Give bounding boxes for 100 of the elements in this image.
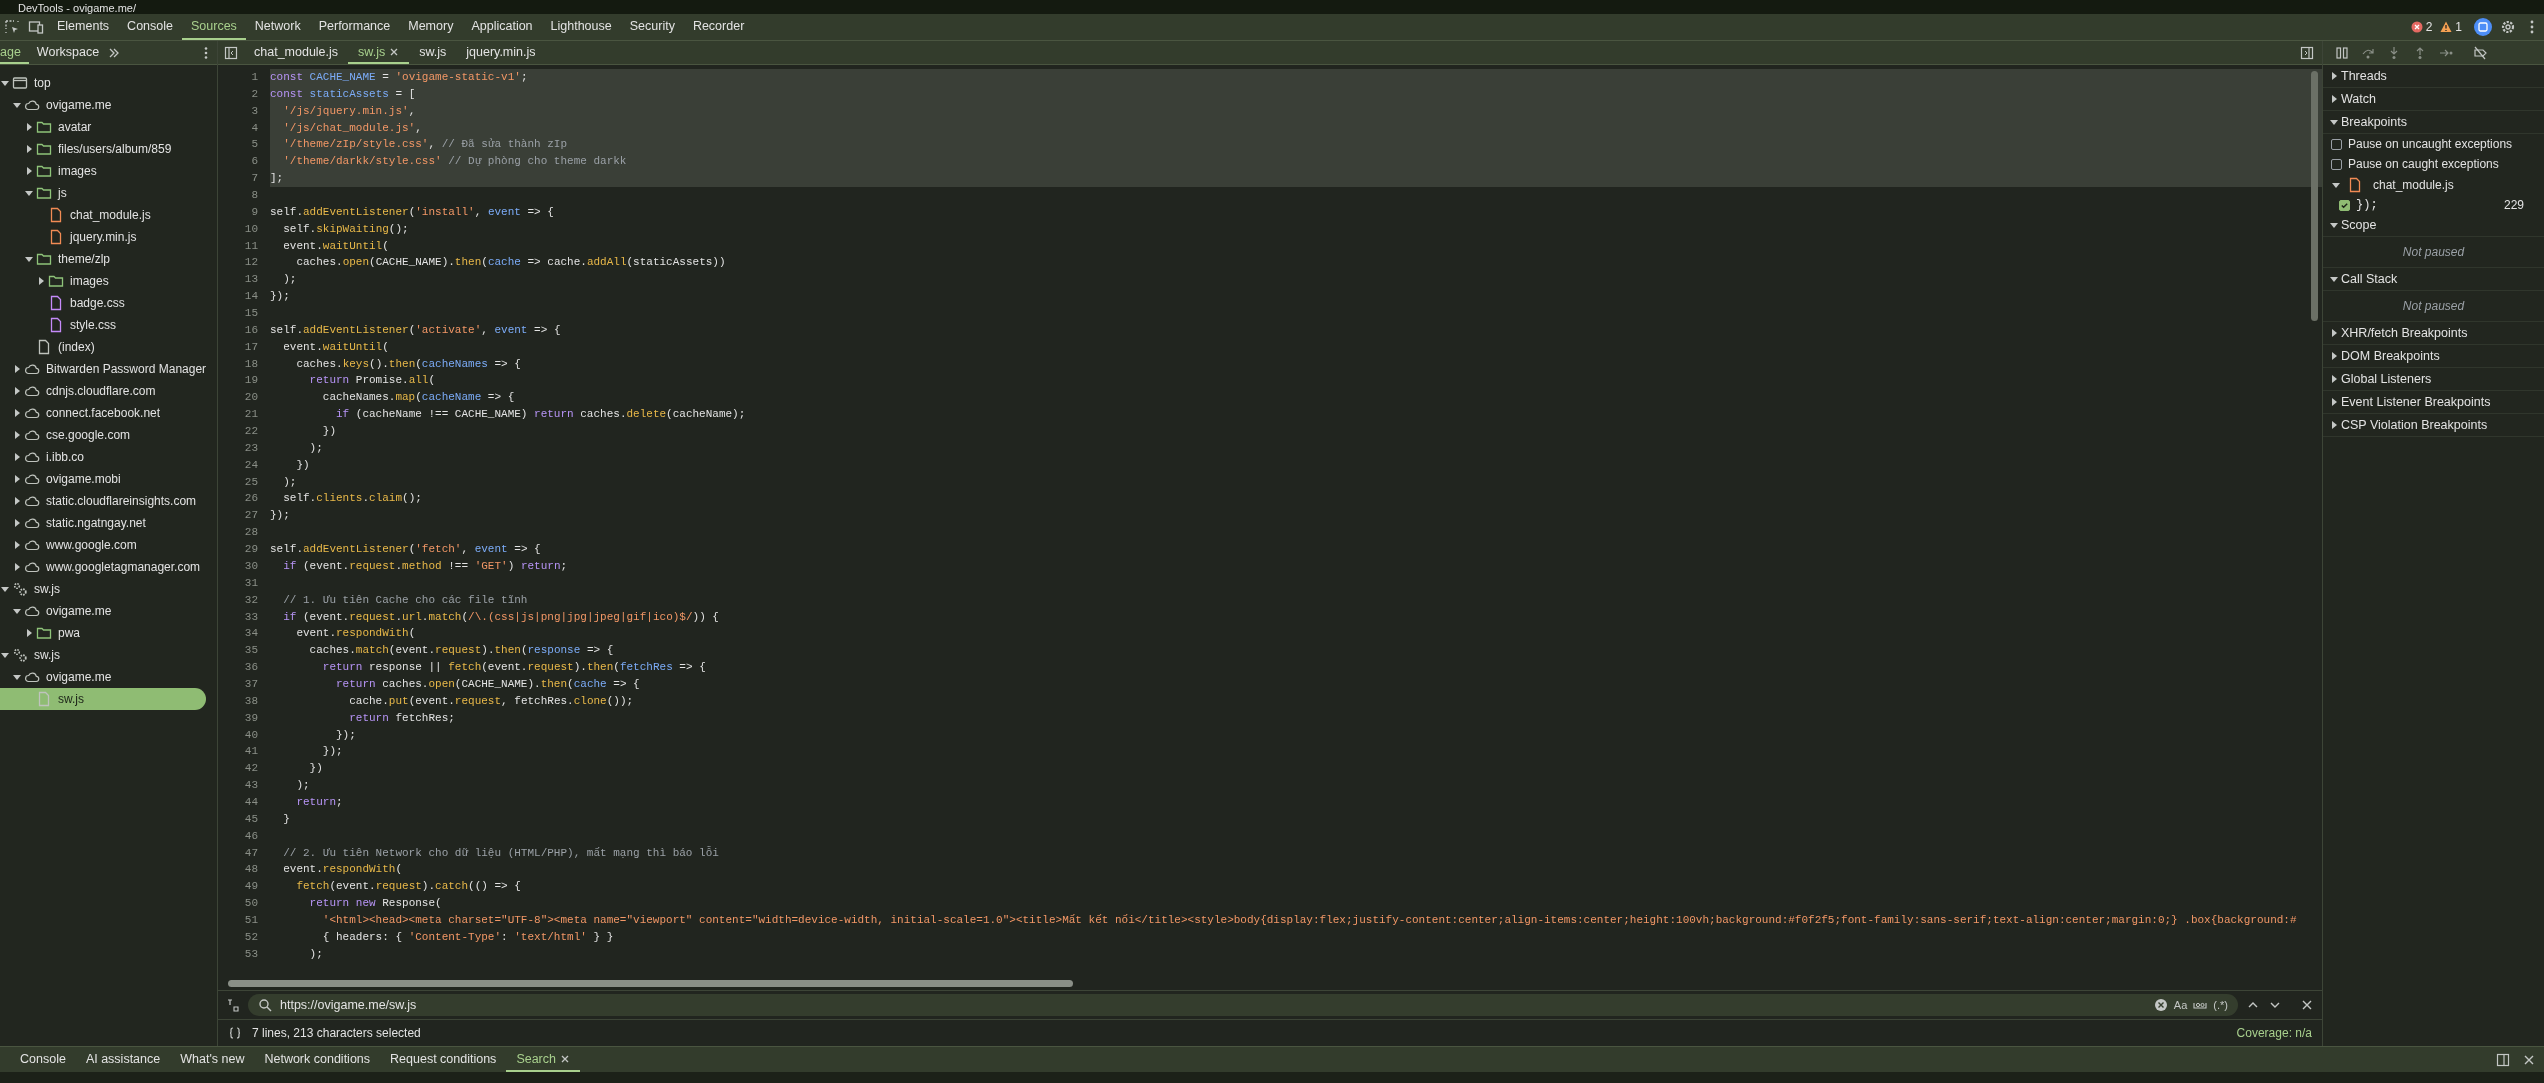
- horizontal-scrollbar[interactable]: [228, 979, 1073, 987]
- caret-icon[interactable]: [12, 430, 22, 440]
- section-header[interactable]: XHR/fetch Breakpoints: [2323, 322, 2544, 345]
- caret-icon[interactable]: [12, 364, 22, 374]
- tree-item[interactable]: files/users/album/859: [0, 138, 206, 160]
- tree-item[interactable]: Bitwarden Password Manager: [0, 358, 207, 380]
- warning-count[interactable]: 1: [2440, 20, 2462, 34]
- sidebar-toggle-icon[interactable]: [224, 45, 238, 60]
- error-count[interactable]: 2: [2410, 20, 2433, 34]
- checkbox[interactable]: [2331, 158, 2342, 170]
- caret-icon[interactable]: [2329, 351, 2339, 361]
- tree-item[interactable]: static.cloudflareinsights.com: [0, 490, 206, 512]
- section-header[interactable]: Breakpoints: [2323, 111, 2544, 134]
- tree-item[interactable]: ovigame.me: [0, 600, 206, 622]
- section-header[interactable]: DOM Breakpoints: [2323, 345, 2544, 368]
- sidebar-tab[interactable]: age: [0, 41, 29, 64]
- tree-item[interactable]: cse.google.com: [0, 424, 206, 446]
- drawer-tab[interactable]: Network conditions: [254, 1047, 381, 1072]
- tree-item[interactable]: theme/zlp: [0, 248, 206, 270]
- dock-icon[interactable]: [2496, 1052, 2510, 1067]
- caret-icon[interactable]: [2329, 374, 2339, 384]
- caret-icon[interactable]: [12, 474, 22, 484]
- caret-icon[interactable]: [2329, 397, 2339, 407]
- panel-tab[interactable]: Memory: [399, 14, 463, 40]
- caret-icon[interactable]: [24, 188, 34, 198]
- panel-tab[interactable]: Security: [620, 14, 684, 40]
- caret-icon[interactable]: [12, 496, 22, 506]
- caret-icon[interactable]: [12, 408, 22, 418]
- panel-tab[interactable]: Application: [462, 14, 542, 40]
- device-icon[interactable]: [28, 19, 44, 35]
- drawer-tab[interactable]: Console: [10, 1047, 76, 1072]
- caret-icon[interactable]: [0, 584, 10, 594]
- caret-icon[interactable]: [12, 518, 22, 528]
- tree-item[interactable]: cdnjs.cloudflare.com: [0, 380, 206, 402]
- breakpoint-item[interactable]: }); 229: [2323, 196, 2544, 214]
- breakpoint-file[interactable]: chat_module.js: [2323, 174, 2544, 196]
- settings-icon[interactable]: [2500, 19, 2516, 35]
- tree-item[interactable]: badge.css: [0, 292, 206, 314]
- file-tab[interactable]: sw.js: [409, 41, 457, 64]
- caret-icon[interactable]: [2329, 71, 2339, 81]
- search-field[interactable]: https://ovigame.me/sw.js Aa (.*): [248, 994, 2238, 1016]
- sidebar-toggle-icon[interactable]: [2300, 45, 2314, 60]
- tree-item[interactable]: images: [0, 270, 206, 292]
- caret-icon[interactable]: [2329, 220, 2339, 230]
- caret-icon[interactable]: [24, 254, 34, 264]
- drawer-tab[interactable]: AI assistance: [75, 1047, 171, 1072]
- section-header[interactable]: Threads: [2323, 65, 2544, 88]
- tree-item[interactable]: avatar: [0, 116, 206, 138]
- caret-icon[interactable]: [0, 78, 10, 88]
- caret-icon[interactable]: [2329, 420, 2339, 430]
- tree-item[interactable]: style.css: [0, 314, 206, 336]
- file-tab[interactable]: sw.js: [348, 41, 410, 64]
- regex-toggle[interactable]: (.*): [2213, 999, 2228, 1011]
- tree-item[interactable]: images: [0, 160, 206, 182]
- close-icon[interactable]: [560, 1053, 570, 1064]
- sidebar-tab[interactable]: Workspace: [28, 41, 108, 64]
- tree-item[interactable]: sw.js: [0, 688, 206, 710]
- drawer-tab[interactable]: Request conditions: [380, 1047, 507, 1072]
- panel-tab[interactable]: Console: [118, 14, 182, 40]
- caret-icon[interactable]: [12, 540, 22, 550]
- tree-item[interactable]: www.googletagmanager.com: [0, 556, 206, 578]
- caret-icon[interactable]: [12, 386, 22, 396]
- tree-item[interactable]: chat_module.js: [0, 204, 206, 226]
- panel-tab[interactable]: Performance: [309, 14, 400, 40]
- section-header[interactable]: Global Listeners: [2323, 368, 2544, 391]
- braces-icon[interactable]: [228, 1026, 242, 1040]
- deactivate-breakpoints-icon[interactable]: [2473, 45, 2487, 60]
- tree-item[interactable]: ovigame.mobi: [0, 468, 206, 490]
- file-tab[interactable]: jquery.min.js: [456, 41, 546, 64]
- close-icon[interactable]: [389, 46, 400, 57]
- tree-item[interactable]: www.google.com: [0, 534, 206, 556]
- inspect-icon[interactable]: [4, 19, 20, 35]
- caret-icon[interactable]: [12, 452, 22, 462]
- section-header[interactable]: Scope: [2323, 214, 2544, 237]
- tree-item[interactable]: jquery.min.js: [0, 226, 206, 248]
- tree-item[interactable]: top: [0, 72, 206, 94]
- tree-item[interactable]: static.ngatngay.net: [0, 512, 206, 534]
- tree-item[interactable]: (index): [0, 336, 206, 358]
- caret-icon[interactable]: [24, 144, 34, 154]
- clear-icon[interactable]: [2153, 998, 2168, 1012]
- caret-icon[interactable]: [12, 562, 22, 572]
- panel-tab[interactable]: Lighthouse: [541, 14, 621, 40]
- caret-icon[interactable]: [12, 100, 22, 110]
- tree-item[interactable]: pwa: [0, 622, 206, 644]
- tree-item[interactable]: js: [0, 182, 206, 204]
- close-icon[interactable]: [2300, 998, 2314, 1012]
- coverage-info[interactable]: Coverage: n/a: [2236, 1026, 2312, 1040]
- ai-icon[interactable]: [2474, 18, 2492, 36]
- replace-icon[interactable]: [226, 998, 240, 1012]
- checkbox[interactable]: [2339, 199, 2350, 211]
- section-header[interactable]: Event Listener Breakpoints: [2323, 391, 2544, 414]
- caret-icon[interactable]: [24, 122, 34, 132]
- caret-icon[interactable]: [0, 650, 10, 660]
- caret-icon[interactable]: [24, 166, 34, 176]
- caret-icon[interactable]: [36, 276, 46, 286]
- drawer-tab[interactable]: What's new: [170, 1047, 255, 1072]
- pause-icon[interactable]: [2335, 45, 2349, 60]
- tree-item[interactable]: ovigame.me: [0, 666, 206, 688]
- caret-icon[interactable]: [2329, 94, 2339, 104]
- section-header[interactable]: Call Stack: [2323, 268, 2544, 291]
